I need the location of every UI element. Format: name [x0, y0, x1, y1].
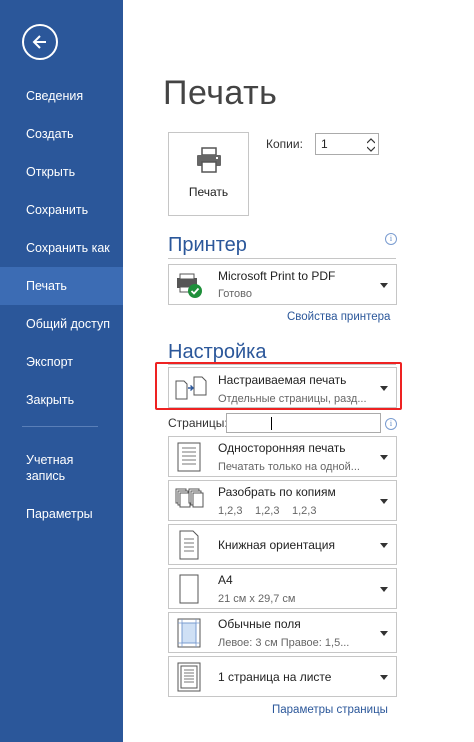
nav-options[interactable]: Параметры: [0, 495, 123, 533]
copies-stepper[interactable]: 1: [315, 133, 379, 155]
pages-input[interactable]: [226, 413, 381, 433]
section-divider: [168, 258, 396, 259]
margins-subtitle: Левое: 3 см Правое: 1,5...: [218, 637, 350, 649]
print-button[interactable]: Печать: [168, 132, 249, 216]
collate-order: 1,2,3: [292, 505, 317, 517]
pages-per-sheet-icon: [177, 662, 201, 692]
nav-print[interactable]: Печать: [0, 267, 123, 305]
back-button[interactable]: [22, 24, 58, 60]
paper-size-title: A4: [218, 573, 233, 587]
collate-orders: 1,2,3 1,2,3 1,2,3: [218, 505, 329, 517]
copies-label: Копии:: [266, 137, 303, 151]
portrait-orientation-icon: [179, 530, 199, 560]
margins-dropdown[interactable]: Обычные поля Левое: 3 см Правое: 1,5...: [168, 612, 397, 653]
collated-pages-icon: [175, 488, 204, 508]
page-setup-link[interactable]: Параметры страницы: [272, 704, 388, 716]
printer-dropdown[interactable]: Microsoft Print to PDF Готово: [168, 264, 397, 305]
collate-dropdown[interactable]: Разобрать по копиям 1,2,3 1,2,3 1,2,3: [168, 480, 397, 521]
sides-title: Односторонняя печать: [218, 441, 346, 455]
backstage-sidebar: Сведения Создать Открыть Сохранить Сохра…: [0, 0, 123, 742]
printer-name: Microsoft Print to PDF: [218, 269, 336, 283]
nav-open[interactable]: Открыть: [0, 153, 123, 191]
copies-value[interactable]: 1: [321, 137, 328, 151]
printer-ready-icon: [177, 273, 202, 298]
nav-new[interactable]: Создать: [0, 115, 123, 153]
pages-label: Страницы:: [168, 416, 228, 430]
pages-per-sheet-title: 1 страница на листе: [218, 670, 332, 684]
printer-status: Готово: [218, 288, 252, 300]
sidebar-divider: [22, 426, 98, 427]
chevron-down-icon: [380, 675, 388, 680]
nav-export[interactable]: Экспорт: [0, 343, 123, 381]
orientation-title: Книжная ориентация: [218, 538, 335, 552]
print-button-label: Печать: [188, 185, 229, 199]
nav-share[interactable]: Общий доступ: [0, 305, 123, 343]
chevron-down-icon: [380, 283, 388, 288]
info-icon[interactable]: i: [385, 233, 397, 245]
spin-up-icon[interactable]: [367, 138, 375, 144]
info-icon[interactable]: i: [385, 418, 397, 430]
chevron-down-icon: [380, 499, 388, 504]
highlight-box: [155, 362, 402, 410]
one-sided-page-icon: [177, 442, 201, 472]
paper-size-subtitle: 21 см x 29,7 см: [218, 593, 296, 605]
pages-per-sheet-dropdown[interactable]: 1 страница на листе: [168, 656, 397, 697]
printer-icon: [197, 147, 221, 173]
nav-close[interactable]: Закрыть: [0, 381, 123, 419]
nav-info[interactable]: Сведения: [0, 77, 123, 115]
printer-heading: Принтер: [168, 234, 247, 256]
collate-order: 1,2,3: [218, 505, 243, 517]
collate-title: Разобрать по копиям: [218, 485, 336, 499]
paper-size-icon: [179, 574, 199, 604]
nav-save[interactable]: Сохранить: [0, 191, 123, 229]
text-cursor: [271, 417, 272, 430]
chevron-down-icon: [380, 455, 388, 460]
spin-down-icon[interactable]: [367, 146, 375, 152]
chevron-down-icon: [380, 587, 388, 592]
printer-properties-link[interactable]: Свойства принтера: [287, 311, 390, 323]
chevron-down-icon: [380, 631, 388, 636]
paper-size-dropdown[interactable]: A4 21 см x 29,7 см: [168, 568, 397, 609]
margins-title: Обычные поля: [218, 617, 301, 631]
sides-subtitle: Печатать только на одной...: [218, 461, 360, 473]
collate-order: 1,2,3: [255, 505, 280, 517]
nav-save-as[interactable]: Сохранить как: [0, 229, 123, 267]
chevron-down-icon: [380, 543, 388, 548]
settings-heading: Настройка: [168, 341, 267, 363]
orientation-dropdown[interactable]: Книжная ориентация: [168, 524, 397, 565]
arrow-left-icon: [32, 35, 46, 49]
margins-icon: [177, 618, 201, 648]
sides-dropdown[interactable]: Односторонняя печать Печатать только на …: [168, 436, 397, 477]
page-title: Печать: [163, 74, 278, 112]
nav-account[interactable]: Учетная запись: [0, 452, 110, 484]
